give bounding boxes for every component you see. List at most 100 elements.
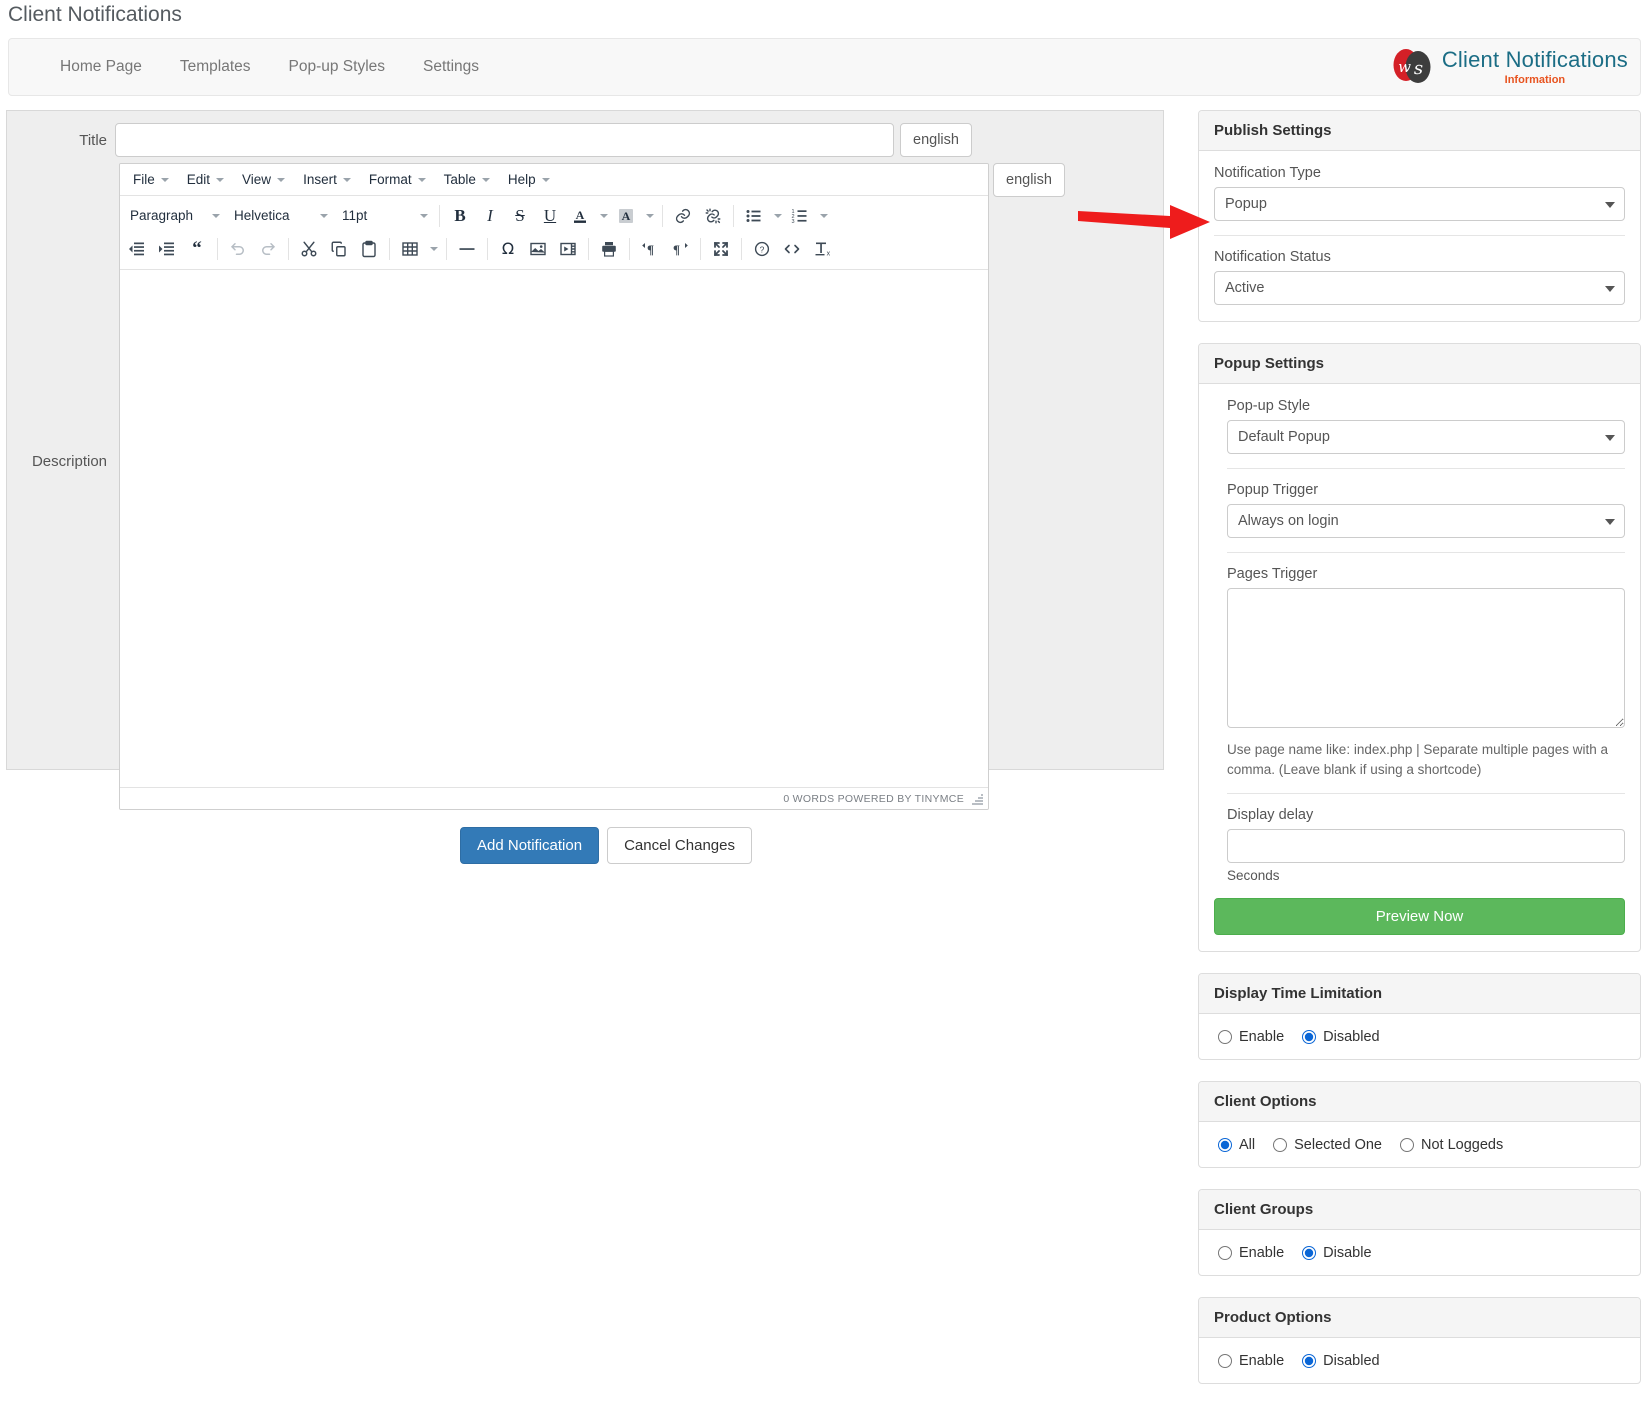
text-color-icon[interactable]: A [565,202,595,230]
table-split[interactable] [395,235,441,263]
font-family-select[interactable]: Helvetica [226,202,334,230]
numbered-list-split[interactable]: 123 [785,202,831,230]
toolbar-divider [487,238,488,260]
radio-client-not-loggeds[interactable]: Not Loggeds [1400,1137,1503,1153]
radio-client-selected-one[interactable]: Selected One [1273,1137,1382,1153]
table-icon[interactable] [395,235,425,263]
cut-icon[interactable] [294,235,324,263]
link-icon[interactable] [668,202,698,230]
title-input[interactable] [115,123,894,157]
popup-trigger-select[interactable]: Always on login [1227,504,1625,538]
radio-product-disabled[interactable]: Disabled [1302,1353,1379,1369]
nav-item-popup-styles[interactable]: Pop-up Styles [270,39,405,95]
preview-now-button[interactable]: Preview Now [1214,898,1625,935]
editor-menu-help[interactable]: Help [500,168,558,191]
svg-text:A: A [576,208,585,222]
italic-icon[interactable]: I [475,202,505,230]
special-character-icon[interactable]: Ω [493,235,523,263]
paste-icon[interactable] [354,235,384,263]
notification-status-select[interactable]: Active [1214,271,1625,305]
editor-menu-file[interactable]: File [125,168,177,191]
nav-item-templates[interactable]: Templates [161,39,270,95]
radio-input-client-not-loggeds[interactable] [1400,1138,1414,1152]
copy-icon[interactable] [324,235,354,263]
text-color-split[interactable]: A [565,202,611,230]
radio-input-display-time-enable[interactable] [1218,1030,1232,1044]
editor-content-area[interactable] [120,270,988,787]
bullet-list-split[interactable] [739,202,785,230]
divider [1227,793,1625,794]
radio-product-enable[interactable]: Enable [1218,1353,1284,1369]
unlink-icon[interactable] [698,202,728,230]
media-icon[interactable] [553,235,583,263]
print-icon[interactable] [594,235,624,263]
brand-text: Client Notifications Information [1442,49,1628,86]
rtl-icon[interactable]: ¶ [665,235,695,263]
radio-input-product-disabled[interactable] [1302,1354,1316,1368]
radio-client-groups-enable[interactable]: Enable [1218,1245,1284,1261]
add-notification-button[interactable]: Add Notification [460,827,599,864]
popup-settings-panel: Popup Settings Pop-up Style Default Popu… [1198,343,1641,952]
background-color-split[interactable]: A [611,202,657,230]
radio-input-client-groups-disable[interactable] [1302,1246,1316,1260]
help-icon[interactable]: ? [747,235,777,263]
editor-menu-view[interactable]: View [234,168,293,191]
radio-label-product-disabled: Disabled [1323,1353,1379,1369]
numbered-list-icon[interactable]: 123 [785,202,815,230]
radio-label-client-all: All [1239,1137,1255,1153]
radio-input-product-enable[interactable] [1218,1354,1232,1368]
radio-input-client-groups-enable[interactable] [1218,1246,1232,1260]
radio-client-groups-disable[interactable]: Disable [1302,1245,1371,1261]
tinymce-editor: File Edit View Insert Format Table [119,163,989,810]
title-field-row: Title english [7,123,1163,157]
nav-item-home-page[interactable]: Home Page [41,39,161,95]
source-code-icon[interactable] [777,235,807,263]
radio-input-display-time-disabled[interactable] [1302,1030,1316,1044]
bold-icon[interactable]: B [445,202,475,230]
font-size-select[interactable]: 11pt [334,202,434,230]
radio-input-client-selected-one[interactable] [1273,1138,1287,1152]
cancel-changes-button[interactable]: Cancel Changes [607,827,752,864]
bullet-list-icon[interactable] [739,202,769,230]
chevron-down-icon[interactable] [769,202,785,230]
horizontal-rule-icon[interactable] [452,235,482,263]
editor-menu-table[interactable]: Table [436,168,498,191]
indent-icon[interactable] [152,235,182,263]
blockquote-icon[interactable]: “ [182,235,212,263]
chevron-down-icon [277,178,285,182]
chevron-down-icon[interactable] [425,235,441,263]
brand[interactable]: w s Client Notifications Information [1390,45,1628,89]
editor-menu-format[interactable]: Format [361,168,434,191]
ltr-icon[interactable]: ¶ [635,235,665,263]
popup-style-select[interactable]: Default Popup [1227,420,1625,454]
undo-icon[interactable] [223,235,253,263]
fullscreen-icon[interactable] [706,235,736,263]
radio-client-all[interactable]: All [1218,1137,1255,1153]
image-icon[interactable] [523,235,553,263]
editor-language-button[interactable]: english [993,163,1065,197]
publish-settings-body: Notification Type Popup Notification Sta… [1199,151,1640,321]
radio-display-time-enable[interactable]: Enable [1218,1029,1284,1045]
notification-type-select-wrap: Popup [1214,187,1625,221]
background-color-icon[interactable]: A [611,202,641,230]
chevron-down-icon[interactable] [595,202,611,230]
product-options-body: Enable Disabled [1199,1338,1640,1383]
radio-input-client-all[interactable] [1218,1138,1232,1152]
redo-icon[interactable] [253,235,283,263]
radio-display-time-disabled[interactable]: Disabled [1302,1029,1379,1045]
pages-trigger-textarea[interactable] [1227,588,1625,728]
strikethrough-icon[interactable]: S [505,202,535,230]
notification-type-select[interactable]: Popup [1214,187,1625,221]
underline-icon[interactable]: U [535,202,565,230]
chevron-down-icon[interactable] [815,202,831,230]
title-language-button[interactable]: english [900,123,972,157]
editor-menu-insert[interactable]: Insert [295,168,359,191]
editor-resize-handle[interactable] [970,792,984,806]
outdent-icon[interactable] [122,235,152,263]
editor-menu-edit[interactable]: Edit [179,168,232,191]
clear-formatting-icon[interactable]: x [807,235,837,263]
chevron-down-icon[interactable] [641,202,657,230]
format-select[interactable]: Paragraph [122,202,226,230]
display-delay-input[interactable] [1227,829,1625,863]
nav-item-settings[interactable]: Settings [404,39,498,95]
